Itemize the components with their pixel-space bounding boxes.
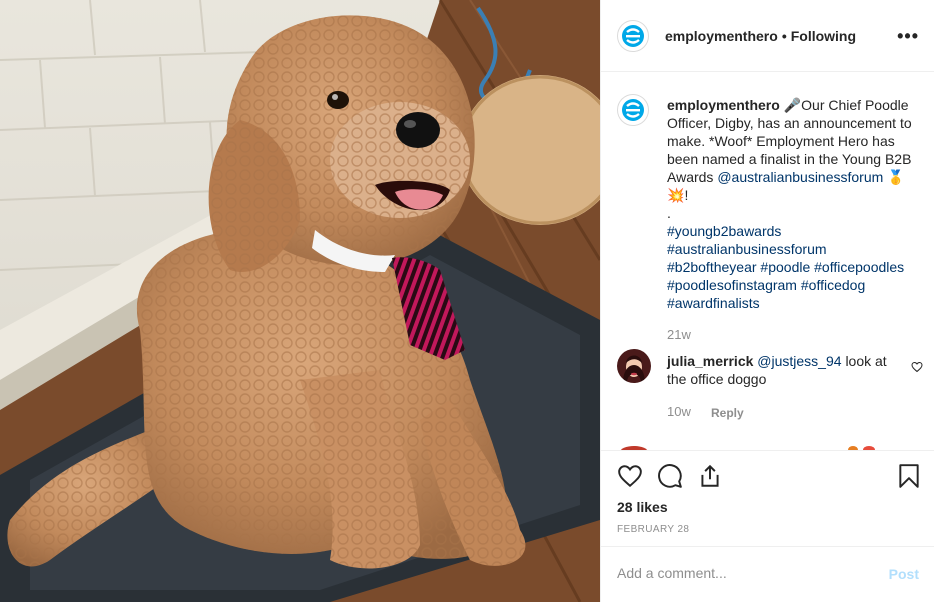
reply-button[interactable]: Reply bbox=[711, 406, 744, 420]
employment-hero-logo-icon bbox=[622, 25, 644, 47]
likes-count[interactable]: 28 likes bbox=[617, 499, 668, 515]
bookmark-icon[interactable] bbox=[897, 463, 921, 494]
header-separator: • bbox=[781, 28, 787, 44]
caption-time[interactable]: 21w bbox=[667, 327, 691, 342]
comment-mention[interactable]: @justjess_94 bbox=[757, 353, 841, 369]
commenter-avatar[interactable] bbox=[617, 349, 651, 383]
post-header: employmenthero • Following ••• bbox=[601, 0, 934, 72]
caption-mention[interactable]: @australianbusinessforum bbox=[717, 169, 883, 185]
action-bar: 28 likes FEBRUARY 28 bbox=[601, 450, 934, 546]
caption-period: . bbox=[667, 205, 671, 221]
post-photo[interactable] bbox=[0, 0, 600, 602]
account-avatar[interactable] bbox=[617, 20, 649, 52]
comment-body: julia_merrick @justjess_94 look at the o… bbox=[667, 352, 899, 388]
heart-icon[interactable] bbox=[617, 463, 643, 494]
hashtag[interactable]: #officedog bbox=[801, 277, 865, 293]
hashtag[interactable]: #officepoodles bbox=[814, 259, 904, 275]
commenter-photo bbox=[617, 349, 651, 383]
boom-emoji: 💥 bbox=[667, 187, 685, 203]
comment-time[interactable]: 10w bbox=[667, 404, 691, 419]
dog-photo-illustration bbox=[0, 0, 600, 602]
caption-avatar[interactable] bbox=[617, 94, 649, 126]
share-icon[interactable] bbox=[697, 463, 723, 494]
hashtag[interactable]: #awardfinalists bbox=[667, 295, 760, 311]
post-date[interactable]: FEBRUARY 28 bbox=[617, 524, 689, 535]
caption-username[interactable]: employmenthero bbox=[667, 97, 780, 113]
medal-emoji: 🥇 bbox=[887, 169, 905, 185]
employment-hero-logo-icon bbox=[622, 99, 644, 121]
hashtag[interactable]: #poodle bbox=[760, 259, 810, 275]
hashtag[interactable]: #youngb2bawards bbox=[667, 223, 781, 239]
hashtag[interactable]: #poodlesofinstagram bbox=[667, 277, 797, 293]
commenter-username[interactable]: julia_merrick bbox=[667, 353, 753, 369]
follow-status[interactable]: Following bbox=[791, 28, 856, 44]
post-caption: employmenthero 🎤Our Chief Poodle Officer… bbox=[667, 96, 927, 312]
caption-exclaim: ! bbox=[684, 187, 689, 203]
add-comment-bar: Post bbox=[601, 546, 934, 602]
header-username[interactable]: employmenthero bbox=[665, 28, 778, 44]
header-user-line: employmenthero • Following bbox=[665, 28, 856, 44]
mic-emoji: 🎤 bbox=[783, 97, 802, 113]
comment-icon[interactable] bbox=[657, 463, 683, 494]
hashtag[interactable]: #australianbusinessforum bbox=[667, 241, 827, 257]
add-comment-input[interactable] bbox=[617, 565, 867, 581]
comments-section[interactable]: employmenthero 🎤Our Chief Poodle Officer… bbox=[601, 72, 934, 450]
more-options-icon[interactable]: ••• bbox=[897, 26, 919, 47]
hashtag[interactable]: #b2boftheyear bbox=[667, 259, 757, 275]
post-comment-button[interactable]: Post bbox=[889, 566, 919, 582]
post-side-panel: employmenthero • Following ••• employmenth… bbox=[600, 0, 934, 602]
like-comment-icon[interactable] bbox=[911, 360, 923, 378]
